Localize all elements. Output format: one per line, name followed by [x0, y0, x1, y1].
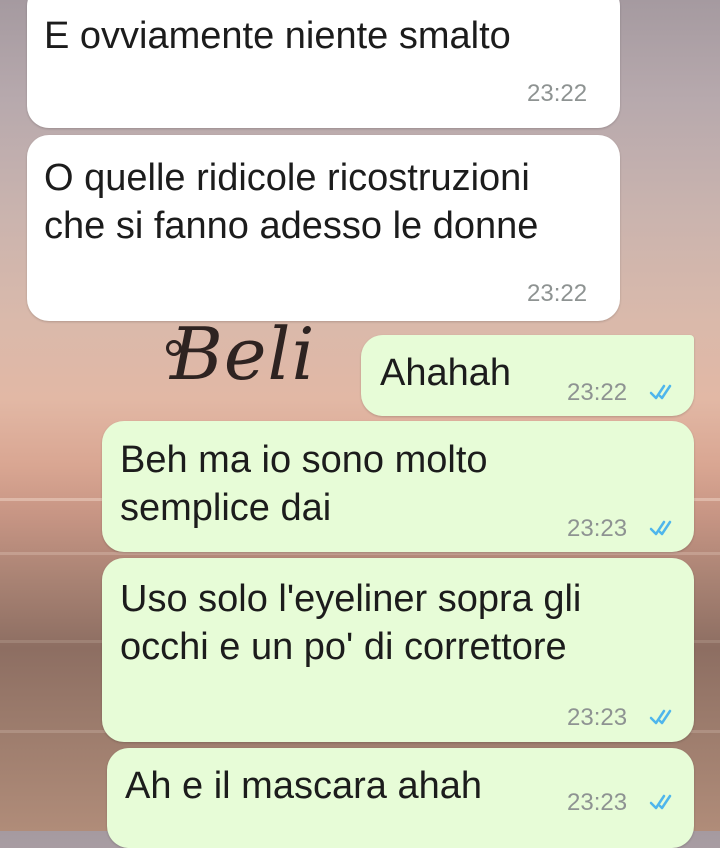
message-text: O quelle ridicole ricostruzioni che si f… [44, 157, 539, 247]
message-text: E ovviamente niente smalto [44, 15, 511, 57]
read-ticks-icon [649, 384, 672, 400]
read-ticks-icon [649, 794, 672, 810]
message-bubble-outgoing[interactable]: Ahahah 23:22 [361, 335, 694, 416]
message-text: Beh ma io sono molto semplice dai [120, 439, 488, 529]
message-time: 23:22 [567, 379, 628, 406]
message-time: 23:23 [567, 789, 628, 816]
read-ticks-icon [649, 520, 672, 536]
message-time: 23:22 [527, 280, 588, 307]
message-bubble-outgoing[interactable]: Beh ma io sono molto semplice dai 23:23 [102, 421, 694, 552]
wallpaper-text: Beli [170, 312, 316, 396]
message-time: 23:23 [567, 515, 628, 542]
sea-highlight [0, 552, 720, 555]
message-bubble-incoming[interactable]: E ovviamente niente smalto 23:22 [27, 0, 620, 128]
message-text: Ahahah [380, 352, 512, 394]
message-text: Ah e il mascara ahah [125, 765, 482, 807]
message-bubble-outgoing[interactable]: Uso solo l'eyeliner sopra gli occhi e un… [102, 558, 694, 742]
message-time: 23:22 [527, 80, 588, 107]
message-bubble-outgoing[interactable]: Ah e il mascara ahah 23:23 [107, 748, 694, 848]
message-time: 23:23 [567, 704, 628, 731]
message-text: Uso solo l'eyeliner sopra gli occhi e un… [120, 578, 582, 668]
read-ticks-icon [649, 709, 672, 725]
message-bubble-incoming[interactable]: O quelle ridicole ricostruzioni che si f… [27, 135, 620, 321]
